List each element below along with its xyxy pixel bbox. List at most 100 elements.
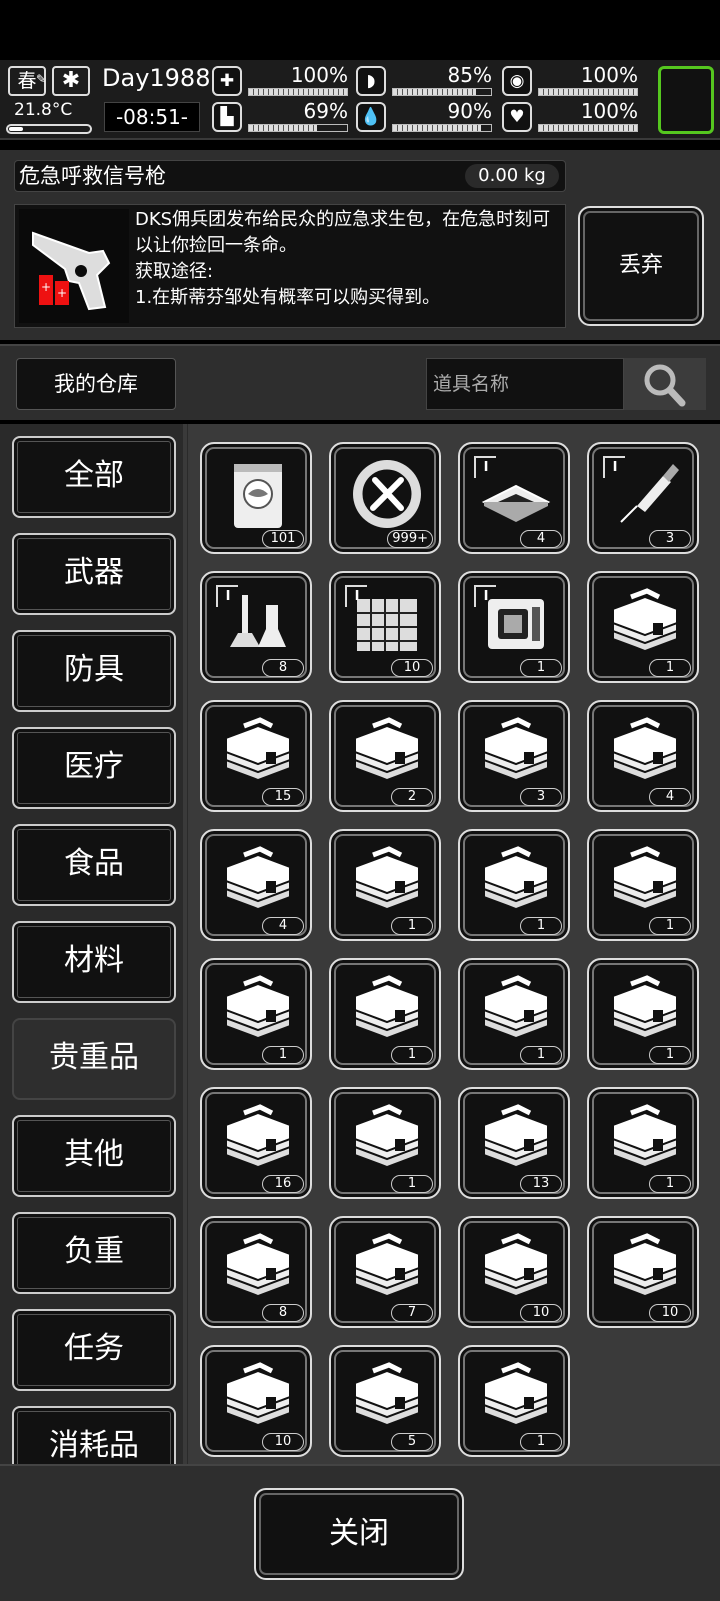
item-slot[interactable]: 7 <box>329 1216 441 1328</box>
item-slot[interactable]: 101 <box>200 442 312 554</box>
thermometer-bar <box>6 124 92 134</box>
item-count: 1 <box>391 1175 433 1193</box>
category-tab[interactable]: 食品 <box>12 824 176 906</box>
item-count: 1 <box>391 1046 433 1064</box>
item-slot[interactable]: 1 <box>458 958 570 1070</box>
category-tab[interactable]: 任务 <box>12 1309 176 1391</box>
stat-value: 100% <box>580 63 638 87</box>
item-count: 5 <box>391 1433 433 1451</box>
item-count: 1 <box>649 917 691 935</box>
stat-bar <box>538 124 638 132</box>
discard-button[interactable]: 丢弃 <box>578 206 704 326</box>
item-slot[interactable]: 1 <box>458 1345 570 1457</box>
stat-bar <box>248 124 348 132</box>
item-info-box: + + DKS佣兵团发布给民众的应急求生包，在危急时刻可以让你捡回一条命。 获取… <box>14 204 566 328</box>
lungs-icon: ◉ <box>502 66 532 96</box>
item-description: DKS佣兵团发布给民众的应急求生包，在危急时刻可以让你捡回一条命。 获取途径: … <box>135 209 551 308</box>
svg-text:+: + <box>41 280 51 294</box>
status-bar: 春 ✎ ✱ 21.8°C Day1988 -08:51- ✚ 100% ◗ 85% ◉ 1… <box>0 60 720 140</box>
item-count: 8 <box>262 659 304 677</box>
season-label: 春 <box>17 70 37 92</box>
stat-value: 90% <box>447 99 492 123</box>
item-slot[interactable]: 4 <box>200 829 312 941</box>
equipped-slot[interactable] <box>658 66 714 134</box>
search-button[interactable] <box>624 358 706 410</box>
item-slot[interactable]: 1 <box>587 829 699 941</box>
boot-icon: ▙ <box>212 102 242 132</box>
item-slot[interactable]: 5 <box>329 1345 441 1457</box>
item-count: 7 <box>391 1304 433 1322</box>
item-slot[interactable]: 10 <box>200 1345 312 1457</box>
category-tab[interactable]: 武器 <box>12 533 176 615</box>
item-name: 危急呼救信号枪 <box>19 164 166 188</box>
item-tag: I <box>474 456 496 478</box>
category-tab[interactable]: 全部 <box>12 436 176 518</box>
item-slot[interactable]: I 10 <box>329 571 441 683</box>
item-slot[interactable]: 8 <box>200 1216 312 1328</box>
water-drop-icon: 💧 <box>356 102 386 132</box>
item-count: 4 <box>262 917 304 935</box>
health-icon: ✚ <box>212 66 242 96</box>
clock-time: -08:51- <box>104 102 200 132</box>
category-sidebar[interactable]: 全部武器防具医疗食品材料贵重品其他负重任务消耗品 <box>0 424 188 1464</box>
item-slot[interactable]: 1 <box>587 958 699 1070</box>
item-count: 1 <box>262 1046 304 1064</box>
item-count: 999+ <box>387 530 433 548</box>
item-count: 10 <box>520 1304 562 1322</box>
item-grid[interactable]: 101 999+ I 4 I 3 I 8 I 10 I 1 1 15 2 3 4 4 1 1 1 1 1 1 1 16 1 13 1 8 7… <box>188 424 720 1464</box>
item-slot[interactable]: 1 <box>200 958 312 1070</box>
item-slot[interactable]: I3 <box>587 442 699 554</box>
item-slot[interactable]: 1 <box>587 1087 699 1199</box>
item-slot[interactable]: I4 <box>458 442 570 554</box>
item-slot[interactable]: 1 <box>329 1087 441 1199</box>
item-slot[interactable]: 15 <box>200 700 312 812</box>
category-tab[interactable]: 负重 <box>12 1212 176 1294</box>
category-tab[interactable]: 其他 <box>12 1115 176 1197</box>
item-slot[interactable]: 13 <box>458 1087 570 1199</box>
bottom-bar: 关闭 <box>0 1464 720 1601</box>
warehouse-title: 我的仓库 <box>16 358 176 410</box>
stat-value: 69% <box>303 99 348 123</box>
item-count: 3 <box>649 530 691 548</box>
category-tab[interactable]: 贵重品 <box>12 1018 176 1100</box>
item-slot[interactable]: 10 <box>458 1216 570 1328</box>
item-slot[interactable]: 10 <box>587 1216 699 1328</box>
category-tab[interactable]: 防具 <box>12 630 176 712</box>
stat-bar <box>392 88 492 96</box>
category-tab[interactable]: 医疗 <box>12 727 176 809</box>
item-slot[interactable]: 4 <box>587 700 699 812</box>
warehouse-header: 我的仓库 <box>0 344 720 420</box>
close-button[interactable]: 关闭 <box>254 1488 464 1580</box>
item-count: 1 <box>520 659 562 677</box>
item-slot[interactable]: 1 <box>587 571 699 683</box>
leaf-icon: ✎ <box>35 72 46 86</box>
item-slot[interactable]: 3 <box>458 700 570 812</box>
sidebar-scrollbar[interactable] <box>183 424 187 1464</box>
item-slot[interactable]: 16 <box>200 1087 312 1199</box>
stat-bar <box>248 88 348 96</box>
item-count: 16 <box>262 1175 304 1193</box>
item-tag: I <box>216 585 238 607</box>
temperature: 21.8°C <box>14 100 73 120</box>
item-count: 4 <box>649 788 691 806</box>
item-count: 1 <box>649 659 691 677</box>
item-count: 13 <box>520 1175 562 1193</box>
item-count: 10 <box>262 1433 304 1451</box>
item-count: 10 <box>391 659 433 677</box>
category-tab[interactable]: 材料 <box>12 921 176 1003</box>
item-slot[interactable]: 1 <box>329 829 441 941</box>
item-slot[interactable]: 1 <box>329 958 441 1070</box>
item-slot[interactable]: 999+ <box>329 442 441 554</box>
item-slot[interactable]: I8 <box>200 571 312 683</box>
item-count: 1 <box>649 1175 691 1193</box>
item-tag: I <box>345 585 367 607</box>
item-count: 1 <box>520 917 562 935</box>
item-search-input[interactable] <box>426 358 624 410</box>
item-slot[interactable]: 1 <box>458 829 570 941</box>
flare-gun-icon: + + <box>19 209 129 323</box>
category-tab[interactable]: 消耗品 <box>12 1406 176 1464</box>
stat-value: 85% <box>447 63 492 87</box>
item-slot[interactable]: I1 <box>458 571 570 683</box>
item-slot[interactable]: 2 <box>329 700 441 812</box>
item-detail-panel: 危急呼救信号枪 0.00 kg + + DKS佣兵团发布给民众的应急求生包，在危… <box>0 150 720 340</box>
